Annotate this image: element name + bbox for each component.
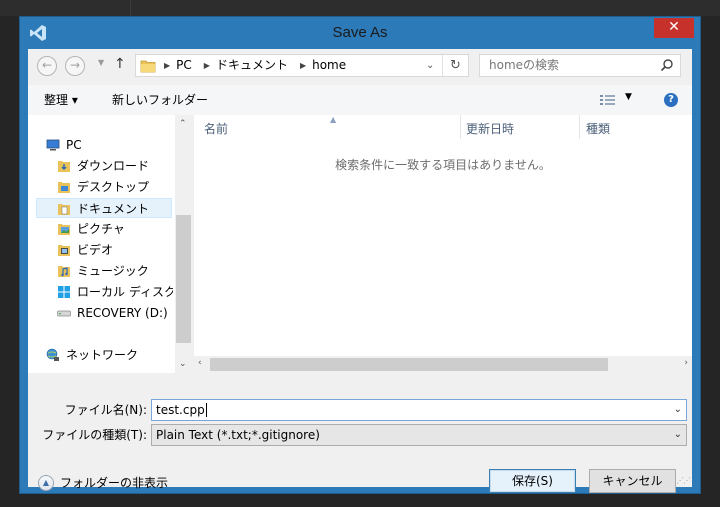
breadcrumb-arrow-icon[interactable]: ▶ bbox=[164, 55, 170, 76]
address-bar[interactable]: ▶ PC ▶ ドキュメント ▶ home ⌄ ↻ bbox=[135, 54, 469, 77]
column-header-date-modified[interactable]: 更新日時 bbox=[466, 121, 514, 137]
nav-item-label: ローカル ディスク (C bbox=[77, 285, 173, 299]
nav-item-label: ドキュメント bbox=[77, 202, 150, 216]
close-button[interactable]: ✕ bbox=[654, 18, 694, 38]
file-list-scrollbar[interactable]: ‹ › bbox=[194, 356, 692, 373]
nav-item-label: デスクトップ bbox=[77, 180, 150, 194]
text-caret bbox=[205, 403, 207, 417]
filetype-label: ファイルの種類(T): bbox=[42, 428, 147, 442]
title-bar[interactable]: Save As ✕ bbox=[20, 17, 700, 49]
command-bar: 整理 ▾ 新しいフォルダー ▼ ? bbox=[28, 85, 692, 115]
nav-item-videos[interactable]: ビデオ bbox=[57, 240, 173, 260]
scroll-thumb[interactable] bbox=[176, 215, 191, 343]
column-divider[interactable] bbox=[460, 115, 461, 139]
forward-button[interactable]: → bbox=[65, 56, 85, 76]
search-box[interactable]: homeの検索 bbox=[479, 54, 681, 77]
breadcrumb-item-home[interactable]: home bbox=[312, 55, 346, 76]
back-button[interactable]: ← bbox=[37, 56, 57, 76]
cancel-button[interactable]: キャンセル bbox=[589, 469, 676, 493]
breadcrumb: ▶ PC ▶ ドキュメント ▶ home bbox=[164, 55, 346, 76]
folder-documents-icon bbox=[58, 204, 70, 215]
save-as-dialog: Save As ✕ ← → ▼ ↑ ▶ PC ▶ ドキュメント ▶ home ⌄ ↻ ho… bbox=[19, 16, 701, 494]
nav-item-pc[interactable]: PC bbox=[46, 135, 166, 155]
breadcrumb-arrow-icon[interactable]: ▶ bbox=[300, 55, 306, 76]
scroll-down-icon[interactable]: ⌄ bbox=[179, 359, 187, 369]
folder-videos-icon bbox=[58, 245, 70, 256]
folder-music-icon bbox=[58, 266, 70, 277]
scroll-up-icon[interactable]: ⌃ bbox=[179, 119, 187, 129]
nav-item-label: RECOVERY (D:) bbox=[77, 306, 168, 320]
folder-download-icon bbox=[58, 161, 70, 172]
search-input[interactable]: homeの検索 bbox=[489, 55, 559, 76]
windows-drive-icon bbox=[58, 286, 70, 298]
nav-item-label: ビデオ bbox=[77, 243, 114, 257]
filename-input[interactable] bbox=[152, 400, 686, 420]
filetype-dropdown-icon[interactable]: ⌄ bbox=[674, 425, 682, 445]
nav-item-label: PC bbox=[66, 138, 82, 152]
filetype-selected-value: Plain Text (*.txt;*.gitignore) bbox=[156, 428, 320, 442]
nav-item-pictures[interactable]: ピクチャ bbox=[57, 219, 173, 239]
nav-item-recovery-d[interactable]: RECOVERY (D:) bbox=[57, 303, 173, 323]
nav-item-label: ダウンロード bbox=[77, 159, 150, 173]
recent-locations-dropdown[interactable]: ▼ bbox=[98, 58, 104, 67]
refresh-icon[interactable]: ↻ bbox=[442, 55, 468, 76]
nav-item-label: ピクチャ bbox=[77, 222, 125, 236]
nav-item-label: ミュージック bbox=[77, 264, 149, 278]
hide-folders-label: フォルダーの非表示 bbox=[60, 476, 169, 490]
navigation-scrollbar[interactable]: ⌃ ⌄ bbox=[175, 115, 192, 373]
empty-results-message: 検索条件に一致する項目はありません。 bbox=[335, 158, 551, 172]
breadcrumb-item-pc[interactable]: PC bbox=[176, 55, 192, 76]
folder-pictures-icon bbox=[58, 224, 70, 235]
resize-grip-icon[interactable]: ⋰⋰ bbox=[676, 477, 691, 485]
help-icon[interactable]: ? bbox=[664, 93, 678, 107]
up-button[interactable]: ↑ bbox=[114, 56, 126, 72]
nav-item-downloads[interactable]: ダウンロード bbox=[57, 156, 173, 176]
view-dropdown-icon[interactable]: ▼ bbox=[625, 92, 632, 102]
new-folder-button[interactable]: 新しいフォルダー bbox=[112, 85, 208, 115]
scroll-right-icon[interactable]: › bbox=[684, 358, 688, 368]
file-list[interactable]: ▲ 名前 更新日時 種類 検索条件に一致する項目はありません。 ‹ › bbox=[194, 115, 692, 373]
search-icon bbox=[660, 59, 673, 72]
address-dropdown-icon[interactable]: ⌄ bbox=[426, 55, 434, 76]
organize-button[interactable]: 整理 ▾ bbox=[44, 85, 78, 115]
save-button[interactable]: 保存(S) bbox=[489, 469, 576, 493]
view-details-icon[interactable] bbox=[600, 94, 616, 106]
folder-icon bbox=[140, 60, 156, 73]
window-title: Save As bbox=[332, 24, 388, 41]
sort-ascending-icon: ▲ bbox=[330, 115, 337, 124]
pc-icon bbox=[46, 139, 60, 151]
filename-dropdown-icon[interactable]: ⌄ bbox=[674, 400, 682, 420]
network-icon bbox=[46, 348, 59, 361]
nav-item-local-disk-c[interactable]: ローカル ディスク (C bbox=[57, 282, 173, 302]
breadcrumb-item-documents[interactable]: ドキュメント bbox=[216, 55, 288, 76]
scroll-left-icon[interactable]: ‹ bbox=[198, 358, 202, 368]
navigation-pane: PC ダウンロード デスクトップ ドキュメント ピクチャ ビデオ ミュージック … bbox=[28, 115, 192, 373]
nav-item-music[interactable]: ミュージック bbox=[57, 261, 173, 281]
chevron-up-icon: ▲ bbox=[38, 475, 54, 491]
nav-item-documents[interactable]: ドキュメント bbox=[36, 198, 172, 218]
nav-item-network[interactable]: ネットワーク bbox=[46, 345, 166, 365]
folder-desktop-icon bbox=[58, 182, 70, 193]
filename-field[interactable]: ⌄ bbox=[151, 399, 687, 421]
scroll-thumb[interactable] bbox=[210, 358, 608, 371]
dialog-client: ← → ▼ ↑ ▶ PC ▶ ドキュメント ▶ home ⌄ ↻ homeの検索 整理 ▾ bbox=[28, 49, 692, 493]
nav-item-desktop[interactable]: デスクトップ bbox=[57, 177, 173, 197]
column-divider[interactable] bbox=[579, 115, 580, 139]
nav-item-label: ネットワーク bbox=[66, 348, 139, 362]
background-editor-strip bbox=[0, 0, 720, 16]
drive-icon bbox=[57, 310, 71, 317]
column-header-type[interactable]: 種類 bbox=[586, 121, 610, 137]
filename-label: ファイル名(N): bbox=[64, 403, 147, 417]
filetype-select[interactable]: Plain Text (*.txt;*.gitignore) ⌄ bbox=[151, 424, 687, 446]
column-header-name[interactable]: 名前 bbox=[204, 121, 228, 137]
breadcrumb-arrow-icon[interactable]: ▶ bbox=[204, 55, 210, 76]
